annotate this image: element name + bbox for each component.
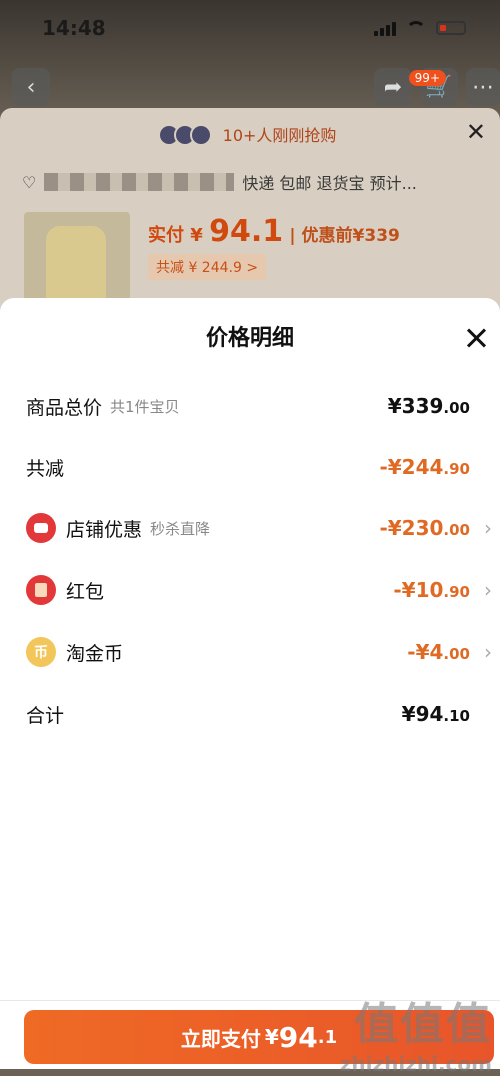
original-label: 优惠前 xyxy=(301,226,353,246)
close-icon[interactable] xyxy=(462,324,492,354)
row-taojinbi[interactable]: 币 淘金币 -¥4.00 › xyxy=(26,632,496,672)
row-label: 淘金币 xyxy=(66,642,124,665)
location-icon: ♡ xyxy=(22,172,37,192)
pay-label: 实付 xyxy=(148,225,184,246)
watermark: 值值值 zhizhizhi.com xyxy=(340,988,492,1076)
recent-buyers: 10+人刚刚抢购 xyxy=(0,122,500,150)
row-grand-total: 合计 ¥94.10 xyxy=(26,694,496,734)
original-price: ¥339 xyxy=(352,226,400,246)
chevron-right-icon: › xyxy=(484,640,492,664)
row-total-discount: 共减 -¥244.90 xyxy=(26,447,496,487)
back-button[interactable]: ‹ xyxy=(12,68,50,106)
status-bar: 14:48 xyxy=(0,0,500,56)
product-thumbnail xyxy=(24,212,130,302)
chevron-right-icon: › xyxy=(484,578,492,602)
row-sub: 秒杀直降 xyxy=(150,519,211,538)
pay-now-amount-decimal: .1 xyxy=(317,1026,338,1048)
pay-summary: 实付 ¥ 94.1 | 优惠前¥339 xyxy=(148,214,400,249)
row-amount: ¥94.10 xyxy=(401,702,470,726)
share-button[interactable]: ➦ xyxy=(374,68,412,106)
row-label: 红包 xyxy=(66,580,105,603)
status-icons xyxy=(374,20,466,36)
row-red-packet[interactable]: 红包 -¥10.90 › xyxy=(26,570,496,610)
coin-icon: 币 xyxy=(26,637,56,667)
more-button[interactable]: ⋯ xyxy=(466,68,500,106)
watermark-en: zhizhizhi.com xyxy=(339,1052,492,1076)
row-amount: -¥10.90 xyxy=(393,578,470,602)
row-label: 共减 xyxy=(26,457,65,480)
address-row[interactable]: ♡ 快递 包邮 退货宝 预计... xyxy=(22,170,482,194)
row-label: 店铺优惠 xyxy=(66,518,143,541)
signal-icon xyxy=(374,20,396,36)
row-label: 商品总价 xyxy=(26,396,103,419)
buyer-avatars xyxy=(157,123,212,150)
red-packet-icon xyxy=(26,575,56,605)
blurred-address xyxy=(44,173,235,191)
recent-buyers-text: 10+人刚刚抢购 xyxy=(222,126,337,145)
pay-now-currency: ¥ xyxy=(264,1025,279,1049)
chevron-right-icon: › xyxy=(484,516,492,540)
row-item-total: 商品总价 共1件宝贝 ¥339.00 xyxy=(26,386,496,426)
row-label: 合计 xyxy=(26,704,65,727)
wifi-icon xyxy=(406,21,426,35)
row-amount: ¥339.00 xyxy=(387,394,470,418)
row-shop-discount[interactable]: 店铺优惠 秒杀直降 -¥230.00 › xyxy=(26,508,496,548)
total-saved-tag[interactable]: 共减 ¥ 244.9 > xyxy=(148,254,267,280)
pay-amount: 94.1 xyxy=(209,214,284,249)
shop-icon xyxy=(26,513,56,543)
cart-badge: 99+ xyxy=(408,70,446,86)
watermark-cn: 值值值 xyxy=(354,999,492,1050)
address-info: 快递 包邮 退货宝 预计... xyxy=(242,174,417,193)
row-amount: -¥4.00 xyxy=(407,640,470,664)
pay-now-amount: 94 xyxy=(278,1020,318,1054)
row-amount: -¥230.00 xyxy=(379,516,470,540)
pay-now-label: 立即支付 xyxy=(180,1026,261,1051)
row-amount: -¥244.90 xyxy=(379,455,470,479)
pay-currency: ¥ xyxy=(190,225,203,246)
row-sub: 共1件宝贝 xyxy=(110,397,180,416)
battery-icon xyxy=(436,21,466,35)
close-order-sheet-button[interactable]: ✕ xyxy=(466,118,486,146)
status-time: 14:48 xyxy=(42,16,106,40)
sheet-title: 价格明细 xyxy=(205,326,294,351)
